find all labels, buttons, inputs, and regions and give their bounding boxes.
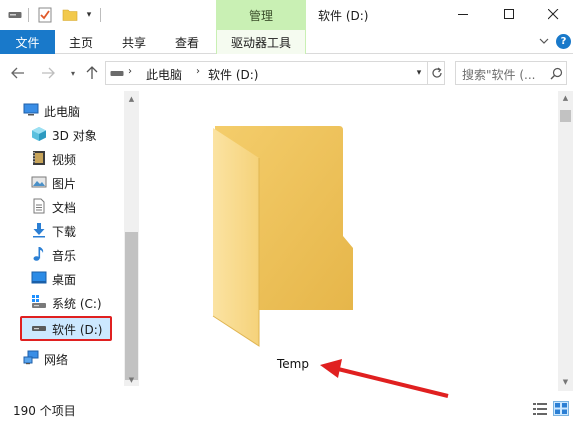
ribbon-tabs: 文件 主页 共享 查看 驱动器工具 ? — [0, 30, 573, 54]
manage-tab-group[interactable]: 管理 — [216, 0, 306, 30]
scrollbar-thumb[interactable] — [560, 110, 571, 122]
quick-access-dropdown[interactable]: ▾ — [84, 6, 94, 24]
toolbar-divider — [100, 8, 101, 22]
tab-view[interactable]: 查看 — [161, 30, 213, 54]
sidebar-item-this-pc[interactable]: 此电脑 — [0, 99, 124, 121]
sidebar-item-label: 网络 — [44, 353, 69, 367]
back-button[interactable] — [10, 65, 26, 81]
sidebar-item-label: 音乐 — [52, 249, 77, 263]
sidebar-item-label: 3D 对象 — [52, 129, 97, 143]
computer-icon — [23, 102, 39, 118]
chevron-right-icon[interactable]: › — [196, 66, 200, 77]
3d-objects-icon — [31, 126, 47, 142]
breadcrumb-drive-d[interactable]: 软件 (D:) — [208, 66, 258, 83]
sidebar-item-downloads[interactable]: 下载 — [0, 219, 124, 241]
network-icon — [23, 350, 39, 366]
recent-locations-dropdown[interactable]: ▾ — [68, 65, 78, 81]
address-row: ▾ › 此电脑 › 软件 (D:) ▾ 搜索"软件 (... — [0, 55, 573, 91]
search-placeholder: 搜索"软件 (... — [462, 68, 536, 82]
title-bar: ▾ 管理 软件 (D:) — [0, 0, 573, 30]
chevron-right-icon[interactable]: › — [128, 66, 132, 77]
sidebar-item-label: 图片 — [52, 177, 77, 191]
maximize-button[interactable] — [486, 0, 532, 28]
sidebar-item-pictures[interactable]: 图片 — [0, 171, 124, 193]
sidebar-item-label: 系统 (C:) — [52, 297, 102, 311]
music-icon — [31, 246, 47, 262]
sidebar-item-documents[interactable]: 文档 — [0, 195, 124, 217]
scroll-up-icon[interactable]: ▲ — [560, 94, 571, 104]
drive-icon[interactable] — [8, 6, 22, 24]
details-view-icon[interactable] — [533, 403, 547, 415]
sidebar-item-label: 桌面 — [52, 273, 77, 287]
window-title: 软件 (D:) — [318, 9, 369, 23]
download-icon — [31, 222, 47, 238]
sidebar-item-label: 此电脑 — [44, 105, 81, 119]
sidebar-item-label: 视频 — [52, 153, 77, 167]
forward-button[interactable] — [40, 65, 56, 81]
selection-highlight-box — [20, 316, 112, 341]
item-count: 190 个项目 — [13, 404, 76, 418]
status-bar: 190 个项目 — [0, 398, 573, 421]
scroll-up-icon[interactable]: ▲ — [126, 95, 137, 103]
ribbon-expand-icon[interactable] — [537, 34, 551, 48]
tab-share[interactable]: 共享 — [107, 30, 161, 54]
red-arrow-icon — [320, 359, 449, 398]
scrollbar-thumb[interactable] — [125, 232, 138, 380]
up-button[interactable] — [84, 65, 100, 81]
tab-drive-tools[interactable]: 驱动器工具 — [216, 30, 306, 54]
content-scrollbar[interactable] — [558, 91, 573, 391]
address-bar[interactable]: › 此电脑 › 软件 (D:) ▾ — [105, 61, 445, 85]
close-button[interactable] — [530, 0, 573, 28]
sidebar-item-music[interactable]: 音乐 — [0, 243, 124, 265]
minimize-button[interactable] — [440, 0, 486, 28]
pictures-icon — [31, 174, 47, 190]
sidebar-item-system-c[interactable]: 系统 (C:) — [0, 291, 124, 313]
drive-icon — [110, 67, 124, 79]
toolbar-divider — [28, 8, 29, 22]
system-drive-icon — [31, 294, 47, 310]
folder-name-label[interactable]: Temp — [277, 357, 309, 371]
video-icon — [31, 150, 47, 166]
sidebar-item-network[interactable]: 网络 — [0, 347, 124, 369]
sidebar-item-3d-objects[interactable]: 3D 对象 — [0, 123, 124, 145]
search-input[interactable]: 搜索"软件 (... — [455, 61, 567, 85]
tab-file[interactable]: 文件 — [0, 30, 55, 54]
properties-icon[interactable] — [37, 6, 53, 24]
help-icon[interactable]: ? — [556, 34, 571, 49]
sidebar-item-desktop[interactable]: 桌面 — [0, 267, 124, 289]
new-folder-icon[interactable] — [62, 6, 78, 24]
chevron-down-icon[interactable]: ▾ — [412, 66, 426, 80]
search-icon[interactable] — [550, 67, 563, 80]
tab-home[interactable]: 主页 — [55, 30, 107, 54]
sidebar-item-label: 下载 — [52, 225, 77, 239]
sidebar-item-label: 文档 — [52, 201, 77, 215]
scroll-down-icon[interactable]: ▼ — [560, 378, 571, 388]
documents-icon — [31, 198, 47, 214]
sidebar-item-videos[interactable]: 视频 — [0, 147, 124, 169]
refresh-button[interactable] — [427, 62, 445, 84]
breadcrumb-this-pc[interactable]: 此电脑 — [146, 66, 182, 83]
desktop-icon — [31, 270, 47, 286]
folder-icon[interactable] — [203, 120, 361, 348]
scroll-down-icon[interactable]: ▼ — [126, 376, 137, 384]
large-icons-view-icon[interactable] — [553, 401, 569, 416]
